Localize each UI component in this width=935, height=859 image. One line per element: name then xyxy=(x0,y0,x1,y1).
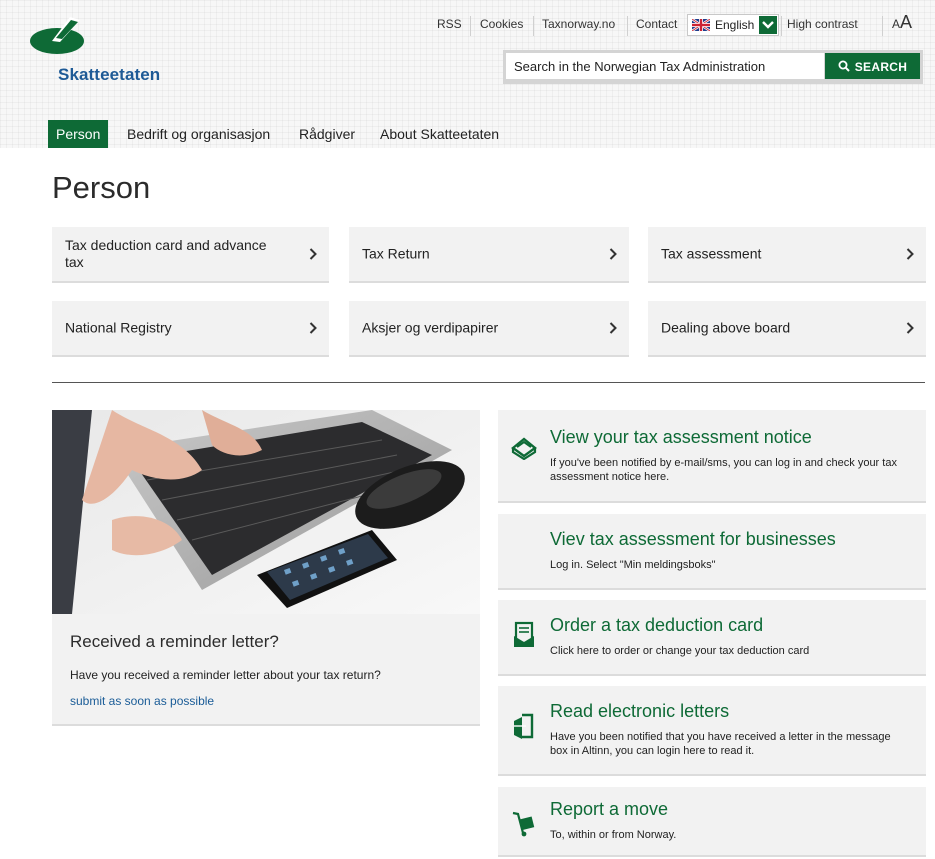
card-desc: Log in. Select "Min meldingsboks" xyxy=(550,559,716,571)
tile-tax-assessment[interactable]: Tax assessment xyxy=(648,227,926,283)
card-desc: Have you been notified that you have rec… xyxy=(550,731,891,757)
divider xyxy=(627,16,628,36)
chevron-right-icon xyxy=(609,248,617,260)
text-size-small[interactable]: A xyxy=(892,17,900,31)
tax-notice-icon xyxy=(511,437,537,460)
nav-bedrift[interactable]: Bedrift og organisasjon xyxy=(127,120,270,148)
search-input[interactable] xyxy=(506,53,824,79)
nav-radgiver[interactable]: Rådgiver xyxy=(299,120,355,148)
card-read-electronic-letters[interactable]: Read electronic letters Have you been no… xyxy=(498,686,926,776)
promo-text: Have you received a reminder letter abou… xyxy=(70,668,381,682)
divider xyxy=(781,16,782,36)
section-divider xyxy=(52,382,925,383)
card-title: Viev tax assessment for businesses xyxy=(550,529,836,549)
text-size-large[interactable]: A xyxy=(900,12,912,32)
chevron-right-icon xyxy=(906,248,914,260)
contact-link[interactable]: Contact xyxy=(636,16,677,32)
tile-tax-return[interactable]: Tax Return xyxy=(349,227,629,283)
card-title: Report a move xyxy=(550,799,669,819)
rss-link[interactable]: RSS xyxy=(437,16,462,32)
promo-title: Received a reminder letter? xyxy=(70,632,279,651)
search-button-label: SEARCH xyxy=(854,59,908,74)
door-login-icon xyxy=(514,713,534,739)
site-header: Skatteetaten RSS Cookies Taxnorway.no Co… xyxy=(0,0,935,148)
tile-aksjer[interactable]: Aksjer og verdipapirer xyxy=(349,301,629,357)
card-title: View your tax assessment notice xyxy=(550,427,812,447)
tile-label: Tax deduction card and advance tax xyxy=(65,237,267,270)
chevron-right-icon xyxy=(309,322,317,334)
cookies-link[interactable]: Cookies xyxy=(480,16,523,32)
card-desc: If you've been notified by e-mail/sms, y… xyxy=(550,457,897,483)
tile-dealing-above-board[interactable]: Dealing above board xyxy=(648,301,926,357)
tile-label: Aksjer og verdipapirer xyxy=(362,319,499,336)
divider xyxy=(470,16,471,36)
chevron-right-icon xyxy=(309,248,317,260)
nav-about[interactable]: About Skatteetaten xyxy=(380,120,499,148)
tile-label: Tax Return xyxy=(362,245,430,262)
search-icon xyxy=(838,60,850,73)
search-button[interactable]: SEARCH xyxy=(825,53,920,79)
tile-tax-deduction-card[interactable]: Tax deduction card and advance tax xyxy=(52,227,329,283)
language-select[interactable]: English xyxy=(687,14,779,36)
card-desc: Click here to order or change your tax d… xyxy=(550,645,810,657)
tax-card-icon xyxy=(514,621,534,647)
hand-truck-icon xyxy=(512,811,535,837)
card-desc: To, within or from Norway. xyxy=(550,829,677,841)
utility-bar: RSS Cookies Taxnorway.no Contact English… xyxy=(0,14,935,36)
nav-person[interactable]: Person xyxy=(48,120,109,148)
taxnorway-link[interactable]: Taxnorway.no xyxy=(542,16,615,32)
submit-link[interactable]: submit as soon as possible xyxy=(70,694,214,708)
card-view-tax-assessment-notice[interactable]: View your tax assessment notice If you'v… xyxy=(498,410,926,503)
card-title: Read electronic letters xyxy=(550,701,730,721)
chevron-down-icon[interactable] xyxy=(759,16,777,34)
high-contrast-link[interactable]: High contrast xyxy=(787,16,858,32)
card-title: Order a tax deduction card xyxy=(550,615,764,635)
card-tax-assessment-businesses[interactable]: Viev tax assessment for businesses Log i… xyxy=(498,514,926,590)
keyboard-photo xyxy=(52,410,480,614)
page-title: Person xyxy=(52,170,151,205)
text-size-control[interactable]: AA xyxy=(892,12,912,33)
card-order-tax-deduction-card[interactable]: Order a tax deduction card Click here to… xyxy=(498,600,926,676)
tile-national-registry[interactable]: National Registry xyxy=(52,301,329,357)
chevron-right-icon xyxy=(609,322,617,334)
divider xyxy=(533,16,534,36)
chevron-right-icon xyxy=(906,322,914,334)
reminder-letter-promo: Received a reminder letter? Have you rec… xyxy=(52,410,480,726)
search-box: SEARCH xyxy=(503,50,923,84)
card-report-a-move[interactable]: Report a move To, within or from Norway. xyxy=(498,787,926,857)
brand-name[interactable]: Skatteetaten xyxy=(58,65,160,85)
tile-label: National Registry xyxy=(65,319,172,336)
tile-label: Dealing above board xyxy=(661,319,791,336)
uk-flag-icon xyxy=(692,19,710,31)
tile-label: Tax assessment xyxy=(661,245,762,262)
divider xyxy=(882,16,883,36)
language-label: English xyxy=(715,18,755,32)
